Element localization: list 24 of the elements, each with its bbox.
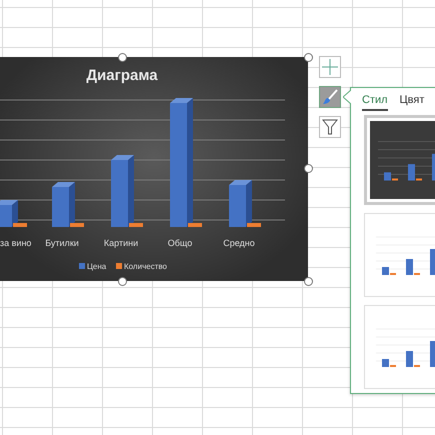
axis-label: Средно (223, 238, 255, 248)
legend-label: Количество (124, 262, 167, 271)
legend-label: Цена (87, 262, 106, 271)
chart-style-thumbnail[interactable] (364, 115, 435, 205)
chart-area[interactable]: Диаграма за вино Бутилки Картини Общо Средно Цена Количество (0, 57, 308, 281)
brush-icon (322, 89, 338, 105)
axis-label: Картини (104, 238, 138, 248)
resize-handle[interactable] (304, 53, 313, 62)
axis-label: за вино (0, 238, 32, 248)
resize-handle[interactable] (118, 53, 127, 62)
panel-tab[interactable]: Стил (362, 92, 388, 111)
chart-style-thumbnail[interactable] (364, 305, 435, 389)
chart-tool-button[interactable] (319, 116, 341, 138)
chart-tool-button[interactable] (319, 86, 341, 108)
resize-handle[interactable] (304, 164, 313, 173)
axis-label: Бутилки (45, 238, 79, 248)
panel-tab[interactable]: Цвят (400, 92, 424, 111)
resize-handle[interactable] (304, 277, 313, 286)
filter-icon (322, 119, 338, 135)
chart-title: Диаграма (86, 67, 158, 84)
plus-icon (322, 59, 338, 75)
resize-handle[interactable] (118, 277, 127, 286)
axis-label: Общо (168, 238, 192, 248)
chart-style-thumbnail[interactable] (364, 213, 435, 297)
